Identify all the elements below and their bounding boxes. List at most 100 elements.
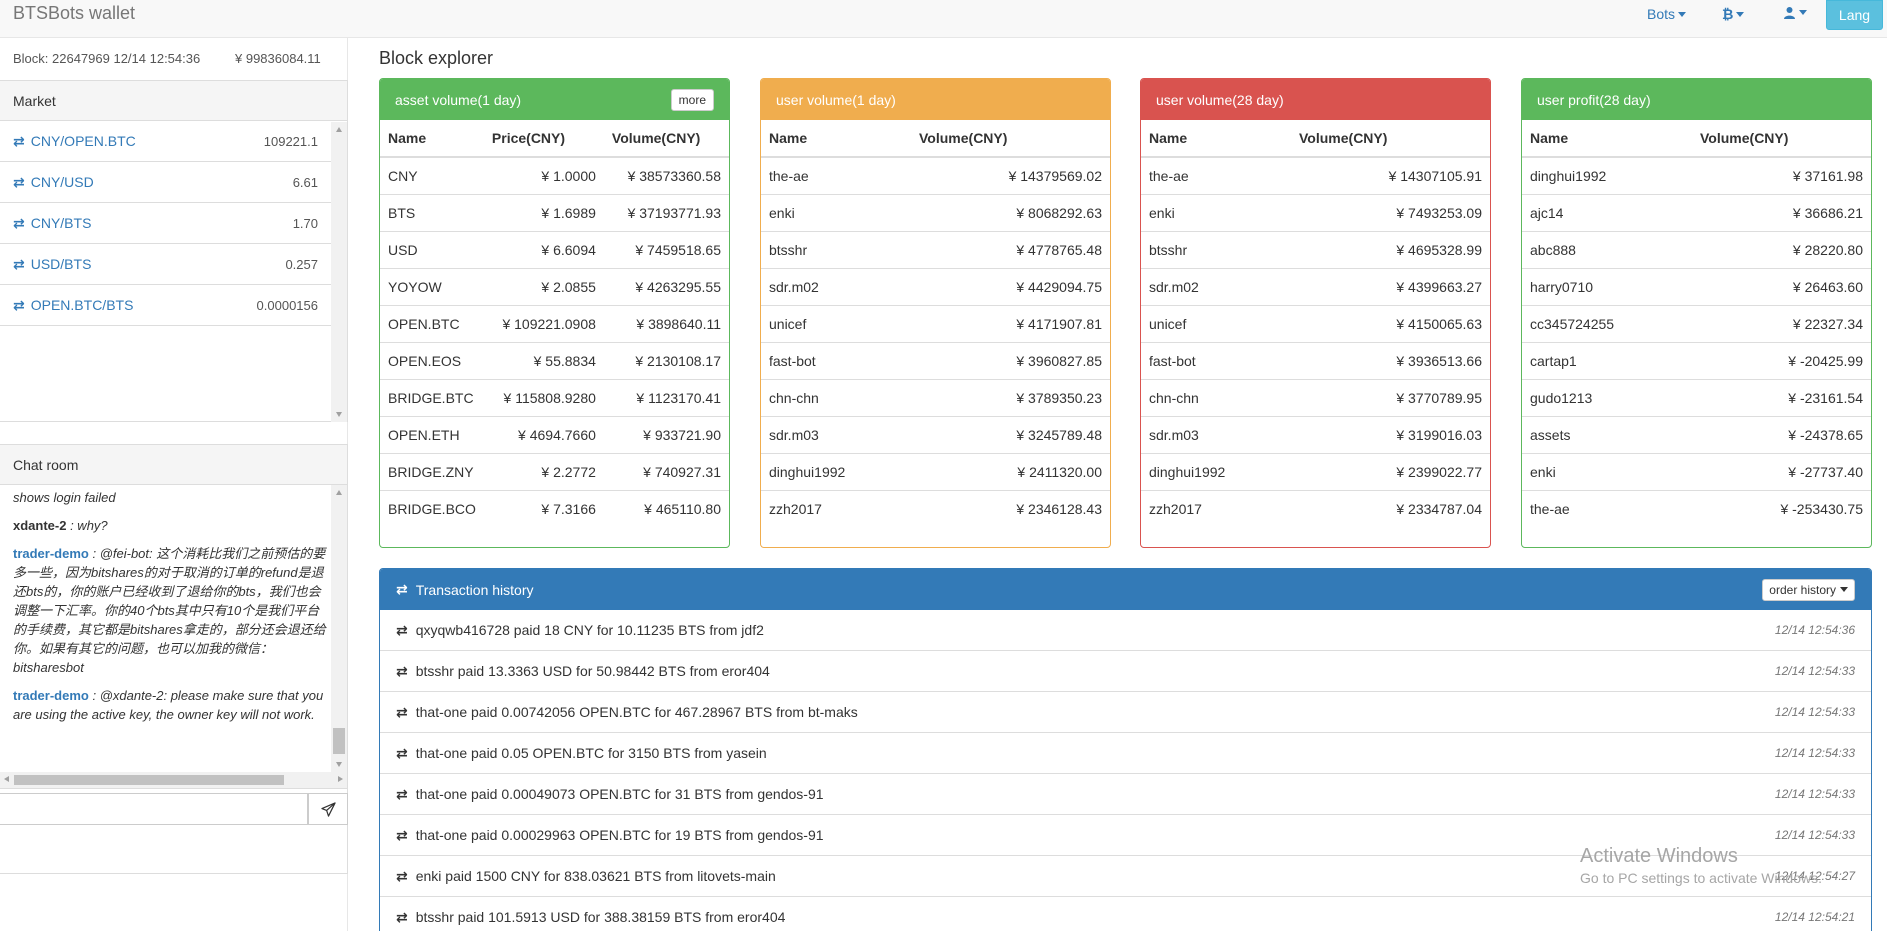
table-row: the-ae ¥ 14307105.91 (1141, 157, 1490, 195)
user-menu[interactable] (1783, 6, 1807, 19)
table-row: assets ¥ -24378.65 (1522, 416, 1871, 454)
asset-volume-title: asset volume(1 day) (395, 91, 522, 108)
scroll-down-icon[interactable] (336, 762, 342, 767)
row-value: ¥ 933721.90 (603, 416, 729, 454)
column-header: Name (761, 120, 911, 158)
chat-user[interactable]: trader-demo (13, 546, 89, 561)
market-title: Market (0, 81, 347, 121)
transaction-row: ⇄ that-one paid 0.00742056 OPEN.BTC for 4… (380, 692, 1871, 733)
order-history-button[interactable]: order history (1762, 578, 1855, 601)
row-value: ¥ 2130108.17 (603, 342, 729, 380)
row-value: ¥ 4429094.75 (911, 268, 1110, 306)
exchange-icon: ⇄ (396, 581, 408, 597)
chat-hscrollbar[interactable] (0, 772, 347, 788)
exchange-icon: ⇄ (396, 785, 408, 802)
row-name: chn-chn (761, 379, 911, 417)
bots-menu[interactable]: Bots (1647, 6, 1687, 22)
row-value: ¥ 3936513.66 (1291, 342, 1490, 380)
row-value: ¥ -20425.99 (1692, 342, 1871, 380)
exchange-icon: ⇄ (396, 703, 408, 720)
row-name: harry0710 (1522, 268, 1692, 306)
row-name: OPEN.ETH (380, 416, 484, 454)
row-value: ¥ 28220.80 (1692, 231, 1871, 269)
exchange-icon: ⇄ (13, 214, 25, 231)
row-value: ¥ 7459518.65 (603, 231, 729, 269)
market-pair-link[interactable]: ⇄ CNY/USD (13, 174, 94, 191)
market-pair-link[interactable]: ⇄ USD/BTS (13, 256, 91, 273)
row-value: ¥ 4399663.27 (1291, 268, 1490, 306)
row-value: ¥ 3960827.85 (911, 342, 1110, 380)
row-value: ¥ 3245789.48 (911, 416, 1110, 454)
table-row: sdr.m03 ¥ 3245789.48 (761, 416, 1110, 454)
scroll-down-icon[interactable] (336, 412, 342, 417)
chat-scrollbar[interactable] (331, 485, 347, 772)
chat-user[interactable]: xdante-2 (13, 518, 66, 533)
more-button[interactable]: more (670, 88, 714, 111)
table-row: chn-chn ¥ 3789350.23 (761, 379, 1110, 417)
page-title: Block explorer (379, 48, 494, 68)
currency-menu[interactable]: ₿ (1722, 6, 1745, 22)
transaction-time: 12/14 12:54:33 (1774, 746, 1855, 760)
table-row: the-ae ¥ 14379569.02 (761, 157, 1110, 195)
exchange-icon: ⇄ (396, 621, 408, 638)
table-row: gudo1213 ¥ -23161.54 (1522, 379, 1871, 417)
exchange-icon: ⇄ (13, 173, 25, 190)
row-name: the-ae (761, 157, 911, 195)
send-icon (320, 801, 336, 817)
exchange-icon: ⇄ (13, 132, 25, 149)
row-name: enki (761, 194, 911, 232)
chat-user[interactable]: trader-demo (13, 688, 89, 703)
table-row: unicef ¥ 4171907.81 (761, 305, 1110, 343)
table-row: btsshr ¥ 4778765.48 (761, 231, 1110, 269)
table-row: cartap1 ¥ -20425.99 (1522, 342, 1871, 380)
balance-amount: ¥ 99836084.11 (235, 51, 321, 66)
scroll-up-icon[interactable] (336, 127, 342, 132)
row-name: BTS (380, 194, 484, 232)
row-value: ¥ 4694.7660 (483, 416, 604, 454)
table-row: harry0710 ¥ 26463.60 (1522, 268, 1871, 306)
market-item[interactable]: ⇄ CNY/USD 6.61 (0, 162, 331, 203)
chat-text: : @fei-bot: 这个消耗比我们之前预估的要多一些，因为bitshares… (13, 546, 326, 675)
table-row: USD ¥ 6.6094 ¥ 7459518.65 (380, 231, 729, 269)
market-scrollbar[interactable] (331, 122, 347, 422)
row-value: ¥ 109221.0908 (483, 305, 604, 343)
send-button[interactable] (308, 793, 348, 825)
row-value: ¥ 38573360.58 (603, 157, 729, 195)
row-name: zzh2017 (1149, 500, 1202, 517)
market-item[interactable]: ⇄ CNY/BTS 1.70 (0, 203, 331, 244)
market-pair-link[interactable]: ⇄ CNY/OPEN.BTC (13, 133, 136, 150)
row-value: ¥ 465110.80 (644, 500, 721, 517)
table-row: ajc14 ¥ 36686.21 (1522, 194, 1871, 232)
brand-logo[interactable]: BTSBots wallet (13, 3, 135, 24)
exchange-icon: ⇄ (396, 826, 408, 843)
market-pair-link[interactable]: ⇄ OPEN.BTC/BTS (13, 297, 133, 314)
table-row: unicef ¥ 4150065.63 (1141, 305, 1490, 343)
block-info: Block: 22647969 12/14 12:54:36 ¥ 9983608… (13, 51, 321, 66)
exchange-icon: ⇄ (396, 662, 408, 679)
table-row: OPEN.BTC ¥ 109221.0908 ¥ 3898640.11 (380, 305, 729, 343)
scroll-right-icon[interactable] (338, 776, 343, 782)
windows-watermark: Activate Windows Go to PC settings to ac… (1580, 845, 1822, 886)
table-row: the-ae ¥ -253430.75 (1522, 490, 1871, 527)
transaction-row: ⇄ that-one paid 0.05 OPEN.BTC for 3150 BT… (380, 733, 1871, 774)
market-item[interactable]: ⇄ OPEN.BTC/BTS 0.0000156 (0, 285, 331, 326)
market-item[interactable]: ⇄ USD/BTS 0.257 (0, 244, 331, 285)
chat-input[interactable] (0, 793, 308, 825)
scroll-up-icon[interactable] (336, 490, 342, 495)
user-icon (1784, 7, 1795, 19)
scroll-left-icon[interactable] (4, 776, 9, 782)
chat-messages[interactable]: shows login failed xdante-2 : why? trader-… (0, 485, 347, 772)
row-name: dinghui1992 (1522, 157, 1692, 195)
market-item[interactable]: ⇄ CNY/OPEN.BTC 109221.1 (0, 121, 331, 162)
market-pair-link[interactable]: ⇄ CNY/BTS (13, 215, 91, 232)
row-value: ¥ 14379569.02 (911, 157, 1110, 195)
chat-hscroll-thumb[interactable] (14, 775, 284, 785)
chat-scroll-thumb[interactable] (333, 728, 345, 754)
table-row: OPEN.EOS ¥ 55.8834 ¥ 2130108.17 (380, 342, 729, 380)
row-value: ¥ 4171907.81 (911, 305, 1110, 343)
lang-button[interactable]: Lang (1826, 0, 1883, 30)
row-name: unicef (761, 305, 911, 343)
column-header: Volume(CNY) (603, 120, 729, 158)
table-row: OPEN.ETH ¥ 4694.7660 ¥ 933721.90 (380, 416, 729, 454)
transaction-row: ⇄ that-one paid 0.00049073 OPEN.BTC for 3… (380, 774, 1871, 815)
